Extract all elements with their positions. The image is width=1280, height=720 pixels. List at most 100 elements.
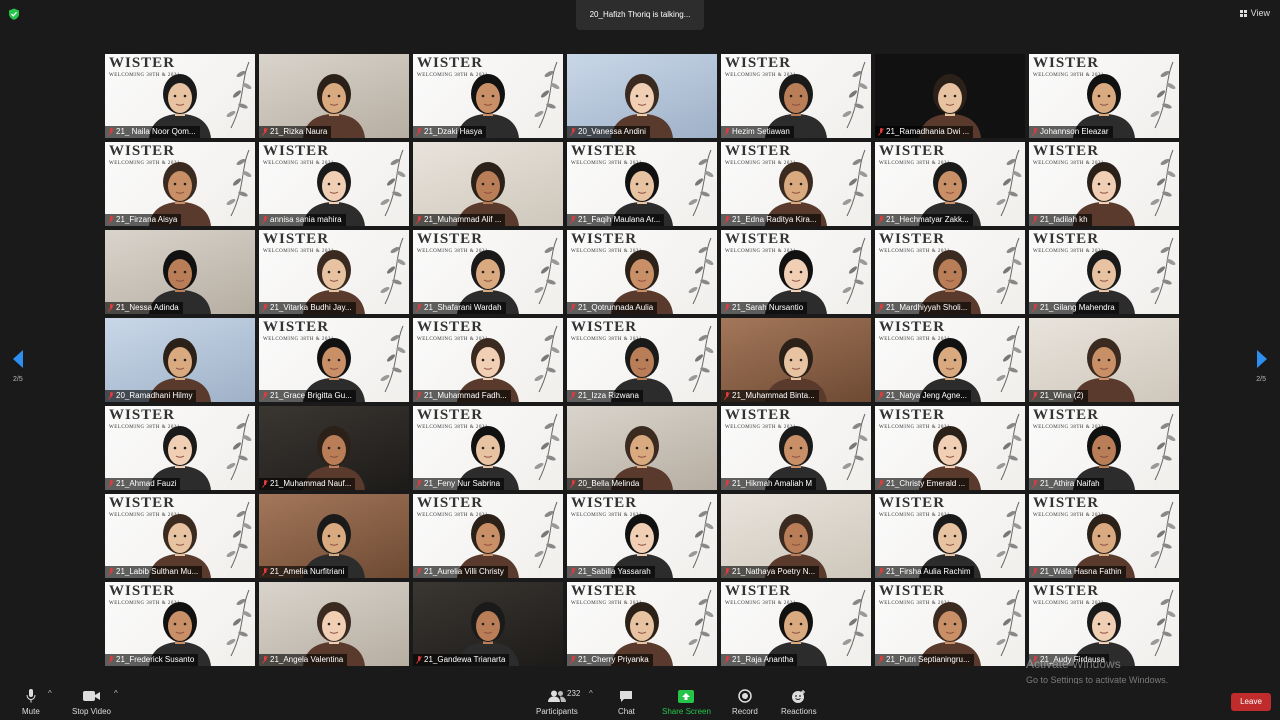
branch-decoration bbox=[534, 237, 560, 305]
participant-name-label: 21_Nessa Adinda bbox=[105, 302, 183, 314]
participant-tile[interactable]: WISTER WELCOMING 38TH & 2021 21_Audy Firda… bbox=[1029, 582, 1179, 666]
muted-microphone-icon bbox=[570, 304, 576, 312]
muted-microphone-icon bbox=[570, 480, 576, 488]
participant-tile[interactable]: WISTER WELCOMING 38TH & 2021 Johannson Ele… bbox=[1029, 54, 1179, 138]
participant-tile[interactable]: 21_Wina (2) bbox=[1029, 318, 1179, 402]
participant-tile[interactable]: WISTER WELCOMING 38TH & 2021 21_Faqih Maul… bbox=[567, 142, 717, 226]
participant-tile[interactable]: WISTER WELCOMING 38TH & 2021 21_Vitarka Bu… bbox=[259, 230, 409, 314]
participant-tile[interactable]: 21_Muhammad Binta... bbox=[721, 318, 871, 402]
participant-tile[interactable]: WISTER WELCOMING 38TH & 2021 21_Athira Nai… bbox=[1029, 406, 1179, 490]
participant-tile[interactable]: WISTER WELCOMING 38TH & 2021 21_Firsha Aul… bbox=[875, 494, 1025, 578]
participant-tile[interactable]: WISTER WELCOMING 38TH & 2021 21_Grace Brig… bbox=[259, 318, 409, 402]
participant-tile[interactable]: WISTER WELCOMING 38TH & 2021 21_Sarah Nurs… bbox=[721, 230, 871, 314]
participant-name-label: 21_Shafarani Wardah bbox=[413, 302, 506, 314]
branch-decoration bbox=[1150, 149, 1176, 217]
next-page-arrow-icon[interactable] bbox=[1256, 350, 1268, 368]
participant-tile[interactable]: WISTER WELCOMING 38TH & 2021 21_Izza Rizwa… bbox=[567, 318, 717, 402]
participant-tile[interactable]: WISTER WELCOMING 38TH & 2021 21_Frederick … bbox=[105, 582, 255, 666]
participant-tile[interactable]: WISTER WELCOMING 38TH & 2021 21_ Naila Noo… bbox=[105, 54, 255, 138]
participant-name-label: 21_Ahmad Fauzi bbox=[105, 478, 181, 490]
shield-check-icon[interactable] bbox=[8, 8, 20, 20]
participant-tile[interactable]: WISTER WELCOMING 38TH & 2021 21_Aurelia Vi… bbox=[413, 494, 563, 578]
chat-button[interactable]: Chat bbox=[618, 688, 635, 716]
muted-microphone-icon bbox=[1032, 128, 1038, 136]
participant-tile[interactable]: 21_Ramadhania Dwi ... bbox=[875, 54, 1025, 138]
muted-microphone-icon bbox=[262, 392, 268, 400]
muted-microphone-icon bbox=[262, 480, 268, 488]
record-button[interactable]: Record bbox=[732, 688, 758, 716]
gallery-view-icon bbox=[1239, 9, 1247, 17]
wister-title: WISTER bbox=[109, 407, 176, 423]
participant-tile[interactable]: WISTER WELCOMING 38TH & 2021 21_Shafarani … bbox=[413, 230, 563, 314]
participant-tile[interactable]: WISTER WELCOMING 38TH & 2021 21_Gilang Mah… bbox=[1029, 230, 1179, 314]
wister-title: WISTER bbox=[571, 143, 638, 159]
participants-options-caret-icon[interactable]: ^ bbox=[589, 689, 593, 698]
previous-page-arrow-icon[interactable] bbox=[12, 350, 24, 368]
leave-button[interactable]: Leave bbox=[1231, 693, 1271, 711]
participant-name: 21_Raja Anantha bbox=[732, 655, 794, 664]
stop-video-label: Stop Video bbox=[72, 707, 111, 716]
participant-tile[interactable]: WISTER WELCOMING 38TH & 2021 annisa sania … bbox=[259, 142, 409, 226]
participant-tile[interactable]: WISTER WELCOMING 38TH & 2021 21_Qotrunnada… bbox=[567, 230, 717, 314]
wister-title: WISTER bbox=[417, 231, 484, 247]
wister-title: WISTER bbox=[1033, 583, 1100, 599]
muted-microphone-icon bbox=[570, 128, 576, 136]
view-label: View bbox=[1250, 8, 1270, 18]
stop-video-button[interactable]: Stop Video bbox=[72, 688, 111, 716]
participant-tile[interactable]: 20_Ramadhani Hilmy bbox=[105, 318, 255, 402]
participant-tile[interactable]: 21_Nessa Adinda bbox=[105, 230, 255, 314]
muted-microphone-icon bbox=[416, 304, 422, 312]
muted-microphone-icon bbox=[416, 128, 422, 136]
share-screen-button[interactable]: Share Screen bbox=[662, 688, 711, 716]
participant-name: 21_Faqih Maulana Ar... bbox=[578, 215, 661, 224]
participant-tile[interactable]: 21_Angela Valentina bbox=[259, 582, 409, 666]
participant-tile[interactable]: WISTER WELCOMING 38TH & 2021 21_Hikmah Ama… bbox=[721, 406, 871, 490]
participant-tile[interactable]: 21_Nathaya Poetry N... bbox=[721, 494, 871, 578]
participant-tile[interactable]: 21_Amelia Nurfitriani bbox=[259, 494, 409, 578]
participant-name: 21_Dzaki Hasya bbox=[424, 127, 483, 136]
participant-name: 21_Izza Rizwana bbox=[578, 391, 639, 400]
participant-tile[interactable]: 21_Muhammad Alif ... bbox=[413, 142, 563, 226]
participant-name: 21_Angela Valentina bbox=[270, 655, 344, 664]
participant-tile[interactable]: WISTER WELCOMING 38TH & 2021 21_Wafa Hasna… bbox=[1029, 494, 1179, 578]
participant-tile[interactable]: WISTER WELCOMING 38TH & 2021 21_Ahmad Fauz… bbox=[105, 406, 255, 490]
muted-microphone-icon bbox=[416, 656, 422, 664]
participant-name: 21_Amelia Nurfitriani bbox=[270, 567, 345, 576]
muted-microphone-icon bbox=[108, 568, 114, 576]
participant-tile[interactable]: WISTER WELCOMING 38TH & 2021 21_Feny Nur S… bbox=[413, 406, 563, 490]
participant-tile[interactable]: 20_Vanessa Andini bbox=[567, 54, 717, 138]
participant-tile[interactable]: 21_Gandewa Trianarta bbox=[413, 582, 563, 666]
participant-tile[interactable]: WISTER WELCOMING 38TH & 2021 21_fadilah kh bbox=[1029, 142, 1179, 226]
participant-tile[interactable]: WISTER WELCOMING 38TH & 2021 21_Dzaki Hasy… bbox=[413, 54, 563, 138]
participant-tile[interactable]: WISTER WELCOMING 38TH & 2021 Hezim Setiawa… bbox=[721, 54, 871, 138]
participant-tile[interactable]: WISTER WELCOMING 38TH & 2021 21_Putri Sept… bbox=[875, 582, 1025, 666]
participant-tile[interactable]: WISTER WELCOMING 38TH & 2021 21_Cherry Pri… bbox=[567, 582, 717, 666]
mute-button[interactable]: Mute bbox=[22, 688, 40, 716]
branch-decoration bbox=[688, 237, 714, 305]
wister-title: WISTER bbox=[1033, 231, 1100, 247]
participant-tile[interactable]: 21_Muhammad Nauf... bbox=[259, 406, 409, 490]
participant-tile[interactable]: WISTER WELCOMING 38TH & 2021 21_Natya Jeng… bbox=[875, 318, 1025, 402]
participant-tile[interactable]: WISTER WELCOMING 38TH & 2021 21_Hechmatyar… bbox=[875, 142, 1025, 226]
muted-microphone-icon bbox=[1032, 480, 1038, 488]
participant-tile[interactable]: WISTER WELCOMING 38TH & 2021 21_Raja Anant… bbox=[721, 582, 871, 666]
participant-tile[interactable]: 21_Rizka Naura bbox=[259, 54, 409, 138]
participant-tile[interactable]: WISTER WELCOMING 38TH & 2021 21_Muhammad F… bbox=[413, 318, 563, 402]
participant-tile[interactable]: WISTER WELCOMING 38TH & 2021 21_Mardhiyyah… bbox=[875, 230, 1025, 314]
audio-options-caret-icon[interactable]: ^ bbox=[48, 689, 52, 698]
participant-tile[interactable]: 20_Bella Melinda bbox=[567, 406, 717, 490]
participant-tile[interactable]: WISTER WELCOMING 38TH & 2021 21_Christy Em… bbox=[875, 406, 1025, 490]
view-button[interactable]: View bbox=[1239, 8, 1270, 18]
participant-name-label: 21_Amelia Nurfitriani bbox=[259, 566, 349, 578]
meeting-toolbar: Mute ^ Stop Video ^ Participants 232 ^ C… bbox=[0, 684, 1280, 720]
participant-tile[interactable]: WISTER WELCOMING 38TH & 2021 21_Edna Radit… bbox=[721, 142, 871, 226]
video-options-caret-icon[interactable]: ^ bbox=[114, 689, 118, 698]
participant-tile[interactable]: WISTER WELCOMING 38TH & 2021 21_Labib Sult… bbox=[105, 494, 255, 578]
muted-microphone-icon bbox=[262, 304, 268, 312]
participant-tile[interactable]: WISTER WELCOMING 38TH & 2021 21_Firzana Ai… bbox=[105, 142, 255, 226]
reactions-button[interactable]: Reactions bbox=[781, 688, 817, 716]
participant-tile[interactable]: WISTER WELCOMING 38TH & 2021 21_Sabilla Ya… bbox=[567, 494, 717, 578]
participant-name: 21_Rizka Naura bbox=[270, 127, 328, 136]
branch-decoration bbox=[1150, 413, 1176, 481]
participant-name-label: 21_Hikmah Amaliah M bbox=[721, 478, 817, 490]
